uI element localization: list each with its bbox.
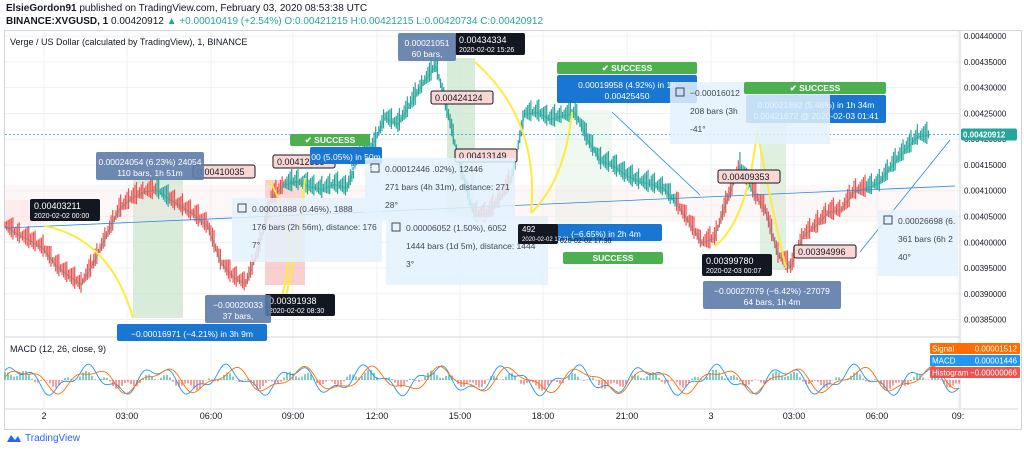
measure-detail-text: 361 bars (6h 2	[898, 234, 953, 244]
measure-detail-text: −0.00016012	[690, 88, 740, 98]
measure-box-down-text: 37 bars,	[223, 311, 254, 321]
macd-legend-name: Signal	[932, 345, 954, 354]
time-axis-tick-label: 3	[708, 411, 713, 421]
measure-detail-text: 28°	[385, 200, 398, 210]
price-axis-tick-label: 0.00415000	[964, 161, 1007, 170]
measure-detail-text: 0.00026698 (6.	[898, 216, 955, 226]
success-badge-label: ✔ SUCCESS	[790, 83, 841, 93]
price-label-value: 0.00399780	[706, 256, 754, 266]
measure-box-up-text: 0.00019958 (4.92%) in 1h	[578, 80, 676, 90]
success-badge-label: ✔ SUCCESS	[602, 63, 653, 73]
time-axis-tick-label: 18:00	[532, 411, 555, 421]
macd-legend-value: −0.00000066	[970, 369, 1017, 378]
tradingview-brand: TradingView	[25, 433, 81, 444]
price-label-value: 0.00409353	[722, 172, 770, 182]
price-axis-tick-label: 0.00440000	[964, 32, 1007, 41]
time-axis-tick-label: 12:00	[366, 411, 389, 421]
macd-legend-name: MACD	[932, 357, 956, 366]
tradingview-logo-icon	[7, 435, 21, 443]
time-axis-tick-label: 06:00	[866, 411, 889, 421]
measure-detail-text: 0.00006052 (1.50%), 6052	[406, 223, 507, 233]
macd-title: MACD (12, 26, close, 9)	[10, 344, 106, 354]
time-axis-tick-label: 15:00	[449, 411, 472, 421]
price-axis-tick-label: 0.00435000	[964, 58, 1007, 67]
measure-detail-text: 0.00001888 (0.46%), 1888	[252, 204, 353, 214]
macd-legend-name: Histogram	[932, 369, 969, 378]
price-axis-tick-label: 0.00400000	[964, 238, 1007, 247]
price-label-date: 020-02-02 17:30	[560, 238, 611, 245]
measure-detail-text: 3°	[406, 259, 414, 269]
price-axis-tick-label: 0.00410000	[964, 187, 1007, 196]
time-axis-tick-label: 2	[41, 411, 46, 421]
price-axis-tick-label: 0.00405000	[964, 212, 1007, 221]
price-axis-tick-label: 0.00390000	[964, 290, 1007, 299]
measure-box-down-text: −0.00016971 (−4.21%) in 3h 9m	[131, 329, 253, 339]
last-price-tag-label: 0.00420912	[963, 131, 1006, 140]
price-label-value: 0.00434334	[459, 35, 507, 45]
price-label-date: 2020-02-02 00:00	[34, 213, 89, 220]
time-axis-tick-label: 21:00	[616, 411, 639, 421]
price-label-value: 0.00403211	[34, 201, 81, 211]
measure-box-up-text: 0.00024054 (6.23%) 24054	[98, 157, 201, 167]
price-axis-tick-label: 0.00395000	[964, 264, 1007, 273]
measure-box-down-text: −0.00027079 (−6.42%) -27079	[714, 286, 830, 296]
macd-legend-value: 0.00001446	[975, 357, 1018, 366]
measure-detail-text: 271 bars (4h 31m), distance: 271	[385, 182, 510, 192]
price-axis-tick-label: 0.00425000	[964, 109, 1007, 118]
macd-legend-value: 0.00001512	[975, 345, 1018, 354]
measure-box-up-text: 0.00021051	[405, 38, 450, 48]
price-chart[interactable]: 0.00440000 0.00435000 0.00430000 0.00425000…	[0, 0, 1024, 451]
price-axis-tick-label: 0.00385000	[964, 316, 1007, 325]
measure-box-down-text: 64 bars, 1h 4m	[744, 297, 801, 307]
success-badge-label: ✔ SUCCESS	[305, 135, 356, 145]
measure-box-up-text: 110 bars, 1h 51m	[117, 168, 183, 178]
price-axis-tick-label: 0.00430000	[964, 84, 1007, 93]
price-label-date: 2020-02-02 15:26	[459, 47, 514, 54]
measure-box-up-text: 60 bars,	[412, 49, 443, 59]
time-axis-tick-label: 09:	[952, 411, 965, 421]
price-label-value: 0.00394996	[798, 247, 846, 257]
price-label-value: 492	[522, 225, 536, 234]
price-label-date: 2020-02-03 00:07	[706, 268, 761, 275]
time-axis-tick-label: 03:00	[783, 411, 806, 421]
chart-title: Verge / US Dollar (calculated by Trading…	[10, 37, 247, 47]
measure-box-down-text: −0.00020033	[213, 300, 263, 310]
measure-box-up-text: 0.00425450	[605, 91, 650, 101]
time-axis-tick-label: 09:00	[282, 411, 305, 421]
price-label-value: 0.00424124	[435, 93, 483, 103]
measure-detail-text: 176 bars (2h 56m), distance: 176	[252, 222, 377, 232]
measure-detail-text: 0.00012446 .02%), 12446	[385, 164, 483, 174]
price-label-date: 2020-02-0	[347, 166, 379, 173]
success-badge-label: SUCCESS	[592, 253, 633, 263]
measure-detail-text: 7°	[252, 240, 260, 250]
tradingview-footer[interactable]: TradingView	[6, 433, 80, 444]
measure-detail-text: -41°	[690, 124, 706, 134]
price-label-value: 0.00391938	[269, 296, 317, 306]
measure-detail-text: 40°	[898, 252, 911, 262]
price-label-date: 2020-02-02 08:30	[269, 308, 324, 315]
time-axis-tick-label: 03:00	[116, 411, 139, 421]
time-axis-tick-label: 06:00	[200, 411, 223, 421]
measure-detail-text: 208 bars (3h	[690, 106, 738, 116]
measure-detail-text: 1444 bars (1d 5m), distance: 1444	[406, 241, 536, 251]
price-label-value: 0.00410035	[197, 167, 245, 177]
